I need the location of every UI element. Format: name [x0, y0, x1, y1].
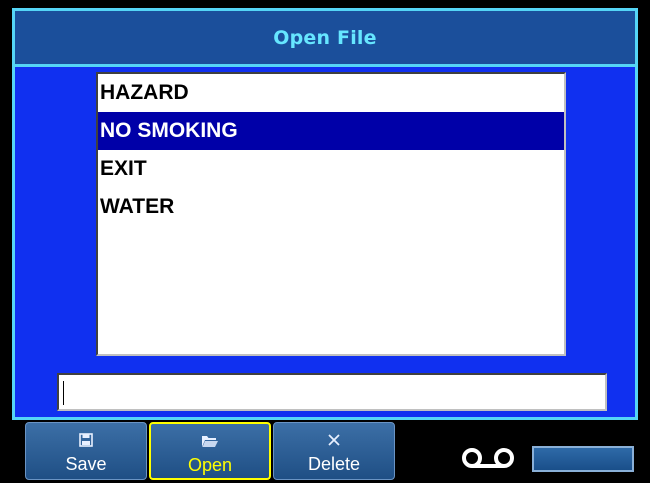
tape-cassette-icon: [462, 448, 514, 468]
softkey-bar: Save Open Delete: [0, 422, 650, 483]
save-button[interactable]: Save: [25, 422, 147, 480]
open-file-dialog: Open File HAZARD NO SMOKING EXIT WATER: [12, 8, 638, 420]
text-caret: [63, 381, 64, 405]
close-icon: [274, 427, 394, 453]
list-item-selected[interactable]: NO SMOKING: [98, 112, 564, 150]
open-label: Open: [187, 455, 233, 475]
open-button[interactable]: Open: [149, 422, 271, 480]
folder-open-icon: [151, 428, 269, 454]
list-item[interactable]: EXIT: [98, 150, 564, 188]
file-list[interactable]: HAZARD NO SMOKING EXIT WATER: [96, 72, 566, 356]
status-area: [440, 440, 640, 476]
delete-button[interactable]: Delete: [273, 422, 395, 480]
dialog-body: HAZARD NO SMOKING EXIT WATER: [15, 67, 635, 417]
tape-level-bar: [532, 446, 634, 472]
dialog-title-bar: Open File: [15, 11, 635, 64]
save-icon: [26, 427, 146, 453]
dialog-title: Open File: [273, 26, 377, 49]
list-item[interactable]: WATER: [98, 188, 564, 226]
list-item[interactable]: HAZARD: [98, 74, 564, 112]
filename-input[interactable]: [57, 373, 607, 411]
screen: Open File HAZARD NO SMOKING EXIT WATER S…: [0, 0, 650, 483]
save-label: Save: [65, 454, 107, 474]
delete-label: Delete: [307, 454, 361, 474]
